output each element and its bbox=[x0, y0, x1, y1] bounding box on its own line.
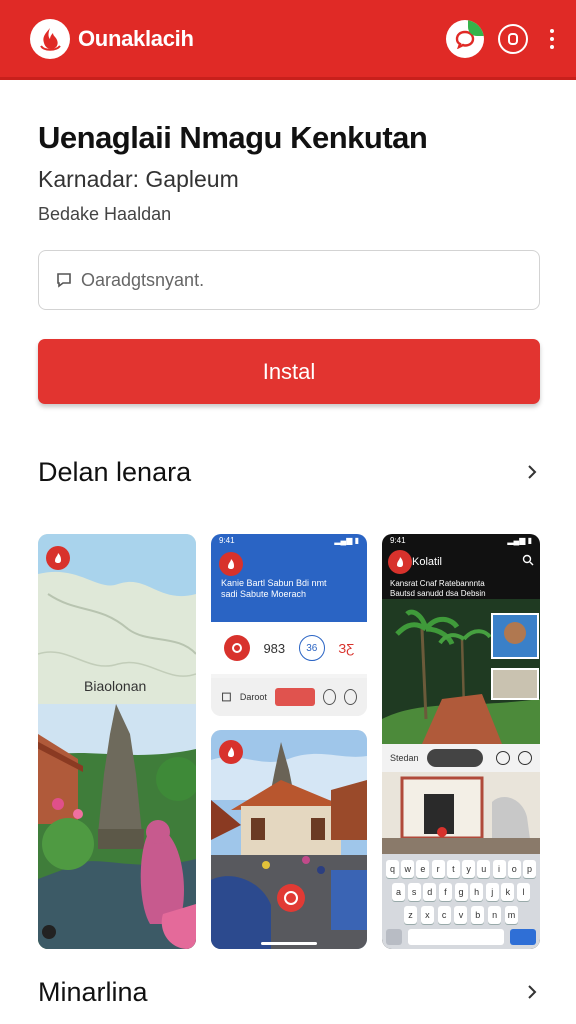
bottom-label: Daroot bbox=[239, 692, 267, 702]
keyboard-key[interactable]: r bbox=[431, 860, 445, 878]
search-value: Oaradgtsnyant. bbox=[81, 269, 205, 290]
screenshots-header[interactable]: Delan lenara bbox=[38, 452, 542, 492]
keyboard-key[interactable]: y bbox=[462, 860, 476, 878]
screenshot-2[interactable]: 9:41 ▂▄▆ ▮ Kanie Bartl Sabun Bdi nmt sadi… bbox=[211, 534, 367, 716]
palm-garden-image bbox=[382, 599, 540, 744]
screenshot-1[interactable]: Biaolonan bbox=[38, 534, 196, 949]
keyboard-key[interactable]: z bbox=[404, 906, 417, 924]
status-bar: 9:41 ▂▄▆ ▮ bbox=[390, 536, 532, 545]
chat-button[interactable] bbox=[446, 19, 484, 58]
building-photo bbox=[382, 772, 540, 854]
keyboard-key[interactable]: h bbox=[470, 883, 484, 901]
keyboard-key[interactable]: s bbox=[407, 883, 421, 901]
keyboard-key[interactable]: j bbox=[485, 883, 499, 901]
top-app-bar: Ounaklacih bbox=[0, 0, 576, 80]
developer-line: Karnadar: Gapleum bbox=[38, 166, 239, 192]
keyboard-key[interactable]: b bbox=[471, 906, 485, 924]
app-badge-icon bbox=[46, 546, 70, 570]
toolbar-strip: Stedan bbox=[382, 744, 540, 772]
keyboard-key[interactable]: w bbox=[401, 860, 415, 878]
keyboard-key[interactable]: t bbox=[446, 860, 460, 878]
keyboard-key[interactable]: n bbox=[488, 906, 502, 924]
install-button[interactable]: Instal bbox=[38, 339, 540, 404]
keyboard-key[interactable]: a bbox=[392, 883, 405, 901]
app-chip-2[interactable]: 36 bbox=[298, 635, 325, 661]
keyboard-key[interactable]: v bbox=[454, 906, 468, 924]
chat-bubble-icon bbox=[57, 273, 71, 288]
keyboard-key[interactable]: g bbox=[454, 883, 468, 901]
keyboard-key[interactable]: u bbox=[477, 860, 491, 878]
status-bar: 9:41 ▂▄▆ ▮ bbox=[219, 536, 359, 545]
keyboard-key[interactable]: o bbox=[507, 860, 521, 878]
app-chip-3[interactable]: ЗƸ bbox=[338, 641, 354, 656]
keyboard-key[interactable]: m bbox=[504, 906, 518, 924]
keyboard-row-3: zxcvbnm bbox=[386, 906, 536, 924]
red-pill-button[interactable] bbox=[274, 688, 316, 706]
circle-icon[interactable] bbox=[496, 751, 510, 765]
category-line: Bedake Haaldan bbox=[38, 204, 172, 224]
notification-icon bbox=[508, 32, 518, 45]
keyboard-key[interactable]: d bbox=[423, 883, 437, 901]
app-chip-1[interactable]: 983 bbox=[263, 641, 285, 656]
keyboard-key[interactable]: e bbox=[416, 860, 430, 878]
screenshot-3[interactable] bbox=[211, 730, 367, 949]
circle-icon[interactable] bbox=[518, 751, 532, 765]
chevron-right-icon bbox=[528, 985, 537, 999]
enter-key[interactable] bbox=[510, 929, 536, 945]
app-title: Kolatil bbox=[412, 556, 442, 568]
search-icon[interactable] bbox=[522, 554, 534, 566]
chevron-right-icon bbox=[528, 465, 537, 479]
search-input[interactable]: Oaradgtsnyant. bbox=[38, 250, 540, 310]
keyboard-row-1: qwertyuiop bbox=[386, 860, 536, 878]
app-details-page: Uenaglaii Nmagu Kenkutan Karnadar: Gaple… bbox=[6, 80, 570, 1024]
app-title: Ounaklacih bbox=[78, 25, 194, 51]
keyboard-key[interactable]: q bbox=[386, 860, 399, 878]
keyboard-key[interactable]: l bbox=[517, 883, 530, 901]
app-icon-row: 983 36 ЗƸ bbox=[211, 622, 367, 674]
notification-button[interactable] bbox=[498, 23, 528, 54]
circle-icon[interactable] bbox=[323, 689, 337, 705]
emoji-key[interactable] bbox=[386, 929, 402, 945]
map-place-label: Biaolonan bbox=[84, 678, 147, 694]
keyboard-key[interactable]: x bbox=[420, 906, 434, 924]
section-title: Delan lenara bbox=[38, 456, 192, 487]
more-vert-icon[interactable] bbox=[542, 24, 562, 54]
screenshot-4[interactable]: 9:41 ▂▄▆ ▮ Kolatil Kansrat Cnaf Ratebannn… bbox=[382, 534, 540, 949]
keyboard-row-2: asdfghjkl bbox=[386, 883, 536, 901]
document-icon bbox=[222, 692, 231, 702]
page-title: Uenaglaii Nmagu Kenkutan bbox=[38, 120, 428, 155]
app-badge-icon bbox=[388, 550, 412, 574]
app-badge-icon bbox=[219, 552, 243, 576]
map-temple-image bbox=[38, 534, 196, 949]
app-badge-icon bbox=[219, 740, 243, 764]
space-key[interactable] bbox=[408, 929, 504, 945]
red-app-icon[interactable] bbox=[223, 635, 250, 661]
flame-logo-icon[interactable] bbox=[30, 18, 70, 59]
keyboard-key[interactable]: p bbox=[522, 860, 536, 878]
chat-icon bbox=[455, 30, 475, 49]
bottom-strip: Daroot bbox=[211, 678, 367, 716]
strip-label: Stedan bbox=[390, 753, 419, 763]
keyboard-key[interactable]: f bbox=[438, 883, 452, 901]
circle-icon[interactable] bbox=[344, 689, 358, 705]
keyboard[interactable]: qwertyuiop asdfghjkl zxcvbnm bbox=[382, 854, 540, 949]
keyboard-key[interactable]: k bbox=[501, 883, 515, 901]
pill-button[interactable] bbox=[426, 749, 483, 767]
status-time: 9:41 bbox=[219, 536, 235, 545]
header-text: Kansrat Cnaf Ratebannnta Bautsd sanudd d… bbox=[390, 579, 486, 598]
keyboard-key[interactable]: i bbox=[492, 860, 506, 878]
header-text: Kanie Bartl Sabun Bdi nmt sadi Sabute Mo… bbox=[221, 578, 327, 599]
keyboard-key[interactable]: c bbox=[437, 906, 451, 924]
status-time: 9:41 bbox=[390, 536, 406, 545]
section-title: Minarlina bbox=[38, 976, 148, 1007]
next-section-header[interactable]: Minarlina bbox=[38, 972, 542, 1012]
